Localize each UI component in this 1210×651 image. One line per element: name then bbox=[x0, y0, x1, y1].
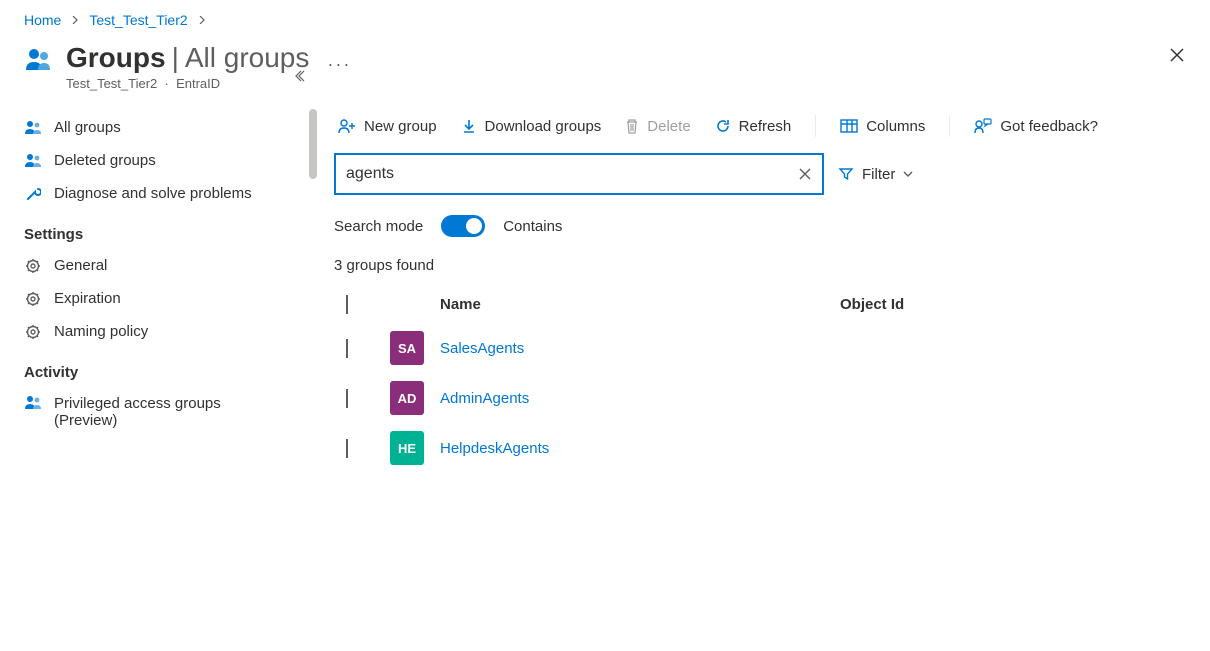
gear-icon bbox=[24, 258, 42, 274]
table-row[interactable]: SA SalesAgents bbox=[330, 323, 1194, 373]
sidebar-item-label: Expiration bbox=[54, 290, 121, 307]
sidebar-item-label: Privileged access groups (Preview) bbox=[54, 395, 254, 429]
collapse-sidebar-button[interactable] bbox=[295, 69, 309, 83]
group-name-link[interactable]: SalesAgents bbox=[440, 340, 524, 357]
sidebar-item-expiration[interactable]: Expiration bbox=[20, 282, 317, 315]
clear-search-button[interactable] bbox=[798, 167, 812, 181]
group-avatar: HE bbox=[390, 431, 424, 465]
sidebar: All groups Deleted groups Diagnose and s… bbox=[0, 99, 318, 651]
filter-label: Filter bbox=[862, 166, 895, 183]
chevron-right-icon bbox=[71, 16, 79, 24]
toolbar-label: Columns bbox=[866, 118, 925, 135]
group-avatar: AD bbox=[390, 381, 424, 415]
sidebar-item-deleted-groups[interactable]: Deleted groups bbox=[20, 144, 317, 177]
download-groups-button[interactable]: Download groups bbox=[461, 118, 602, 135]
sidebar-item-label: All groups bbox=[54, 119, 121, 136]
toolbar-label: Got feedback? bbox=[1000, 118, 1098, 135]
table-row[interactable]: HE HelpdeskAgents bbox=[330, 423, 1194, 473]
trash-icon bbox=[625, 118, 639, 134]
new-group-button[interactable]: New group bbox=[338, 118, 437, 135]
table-header: Name Object Id bbox=[330, 286, 1194, 323]
search-mode-label: Search mode bbox=[334, 218, 423, 235]
select-all-checkbox[interactable] bbox=[346, 295, 348, 314]
page-header: Groups | All groups Test_Test_Tier2 · En… bbox=[0, 34, 1210, 99]
search-mode-toggle[interactable] bbox=[441, 215, 485, 237]
row-checkbox[interactable] bbox=[346, 439, 348, 458]
page-subtitle: Test_Test_Tier2 · EntraID bbox=[66, 76, 309, 91]
toolbar: New group Download groups Delete Refresh bbox=[330, 99, 1194, 147]
toolbar-label: Delete bbox=[647, 118, 690, 135]
search-input-wrapper[interactable] bbox=[334, 153, 824, 195]
column-header-name[interactable]: Name bbox=[440, 296, 840, 313]
page-title: Groups | All groups bbox=[66, 42, 309, 74]
people-icon bbox=[24, 153, 42, 169]
feedback-button[interactable]: Got feedback? bbox=[974, 118, 1098, 135]
sidebar-item-diagnose[interactable]: Diagnose and solve problems bbox=[20, 177, 317, 210]
columns-icon bbox=[840, 119, 858, 133]
page-title-sub: All groups bbox=[185, 42, 310, 74]
toolbar-label: Refresh bbox=[739, 118, 792, 135]
row-checkbox[interactable] bbox=[346, 339, 348, 358]
people-icon bbox=[24, 120, 42, 136]
add-filter-button[interactable]: Filter bbox=[838, 166, 913, 183]
toolbar-label: Download groups bbox=[485, 118, 602, 135]
refresh-button[interactable]: Refresh bbox=[715, 118, 792, 135]
sidebar-item-general[interactable]: General bbox=[20, 249, 317, 282]
results-count: 3 groups found bbox=[330, 245, 1194, 286]
toolbar-separator bbox=[815, 115, 816, 137]
sidebar-item-privileged-access[interactable]: Privileged access groups (Preview) bbox=[20, 387, 317, 437]
main-content: New group Download groups Delete Refresh bbox=[318, 99, 1210, 651]
chevron-right-icon bbox=[198, 16, 206, 24]
breadcrumb-tenant[interactable]: Test_Test_Tier2 bbox=[89, 12, 187, 28]
sidebar-item-all-groups[interactable]: All groups bbox=[20, 111, 317, 144]
delete-button: Delete bbox=[625, 118, 690, 135]
chevron-down-icon bbox=[903, 170, 913, 178]
sidebar-item-label: Diagnose and solve problems bbox=[54, 185, 252, 202]
sidebar-section-activity: Activity bbox=[20, 348, 317, 387]
header-tenant: Test_Test_Tier2 bbox=[66, 76, 157, 91]
page-title-main: Groups bbox=[66, 42, 166, 74]
header-directory: EntraID bbox=[176, 76, 220, 91]
row-checkbox[interactable] bbox=[346, 389, 348, 408]
page-title-sep: | bbox=[172, 42, 179, 74]
group-name-link[interactable]: AdminAgents bbox=[440, 390, 529, 407]
download-icon bbox=[461, 118, 477, 134]
scrollbar-thumb[interactable] bbox=[309, 109, 317, 179]
sidebar-item-label: General bbox=[54, 257, 107, 274]
gear-icon bbox=[24, 291, 42, 307]
sidebar-item-label: Naming policy bbox=[54, 323, 148, 340]
toolbar-separator bbox=[949, 115, 950, 137]
group-avatar: SA bbox=[390, 331, 424, 365]
more-menu-button[interactable]: ··· bbox=[327, 54, 351, 75]
breadcrumb: Home Test_Test_Tier2 bbox=[0, 0, 1210, 34]
breadcrumb-home[interactable]: Home bbox=[24, 12, 61, 28]
wrench-icon bbox=[24, 186, 42, 202]
group-name-link[interactable]: HelpdeskAgents bbox=[440, 440, 549, 457]
toolbar-label: New group bbox=[364, 118, 437, 135]
table-row[interactable]: AD AdminAgents bbox=[330, 373, 1194, 423]
filter-icon bbox=[838, 166, 854, 182]
person-feedback-icon bbox=[974, 118, 992, 134]
columns-button[interactable]: Columns bbox=[840, 118, 925, 135]
column-header-object-id[interactable]: Object Id bbox=[840, 296, 1194, 313]
sidebar-section-settings: Settings bbox=[20, 210, 317, 249]
sidebar-item-label: Deleted groups bbox=[54, 152, 156, 169]
refresh-icon bbox=[715, 118, 731, 134]
people-icon bbox=[24, 395, 42, 411]
close-button[interactable] bbox=[1168, 46, 1186, 64]
gear-icon bbox=[24, 324, 42, 340]
search-mode-value: Contains bbox=[503, 218, 562, 235]
search-input[interactable] bbox=[346, 165, 798, 183]
add-people-icon bbox=[338, 118, 356, 134]
groups-icon bbox=[24, 46, 54, 74]
sidebar-item-naming-policy[interactable]: Naming policy bbox=[20, 315, 317, 348]
